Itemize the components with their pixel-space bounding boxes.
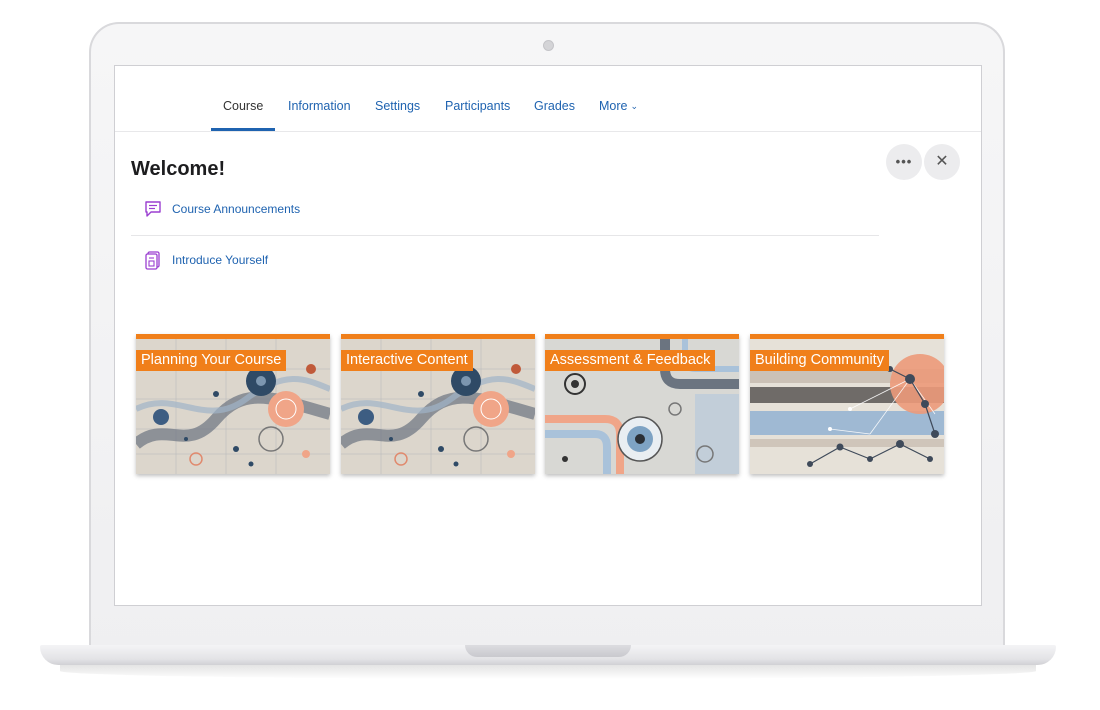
webcam: [543, 40, 554, 51]
activity-introduce-yourself[interactable]: Introduce Yourself: [143, 249, 268, 271]
laptop-shadow: [60, 663, 1036, 679]
activity-label[interactable]: Introduce Yourself: [172, 253, 268, 267]
card-title: Planning Your Course: [136, 350, 287, 371]
page-icon: [145, 251, 160, 270]
card-planning-your-course[interactable]: Planning Your Course: [136, 334, 330, 474]
course-nav: Course Information Settings Participants…: [115, 66, 981, 132]
close-button[interactable]: ✕: [924, 144, 960, 180]
more-actions-button[interactable]: •••: [886, 144, 922, 180]
tab-more-label: More: [599, 99, 628, 113]
tab-settings[interactable]: Settings: [375, 99, 420, 113]
activity-label[interactable]: Course Announcements: [172, 202, 300, 216]
section-title: Welcome!: [131, 158, 226, 180]
card-interactive-content[interactable]: Interactive Content: [341, 334, 535, 474]
tab-more[interactable]: More ⌄: [599, 99, 638, 113]
card-title: Interactive Content: [341, 350, 473, 371]
chevron-down-icon: ⌄: [630, 101, 639, 111]
forum-icon: [145, 201, 161, 217]
card-assessment-feedback[interactable]: Assessment & Feedback: [545, 334, 739, 474]
tab-course[interactable]: Course: [223, 99, 263, 113]
tab-information[interactable]: Information: [288, 99, 351, 113]
laptop-screen: Course Information Settings Participants…: [114, 65, 982, 606]
ellipsis-icon: •••: [895, 154, 913, 169]
activity-divider: [131, 235, 879, 236]
tab-participants[interactable]: Participants: [445, 99, 510, 113]
close-icon: ✕: [935, 153, 949, 170]
card-title: Assessment & Feedback: [545, 350, 716, 371]
card-building-community[interactable]: Building Community: [750, 334, 944, 474]
laptop-notch: [465, 645, 631, 657]
tab-grades[interactable]: Grades: [534, 99, 575, 113]
active-tab-indicator: [211, 128, 275, 131]
card-title: Building Community: [750, 350, 889, 371]
activity-course-announcements[interactable]: Course Announcements: [143, 198, 300, 220]
